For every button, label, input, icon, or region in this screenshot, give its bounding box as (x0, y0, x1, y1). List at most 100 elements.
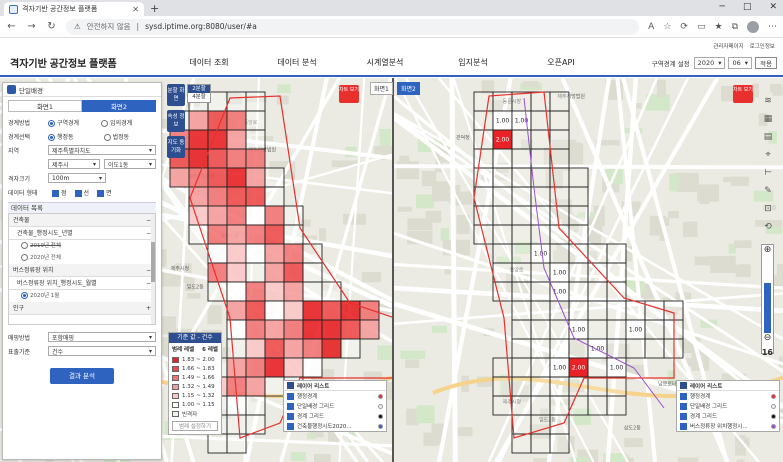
layer-list-title: 레이어 리스트 (297, 383, 330, 390)
zoom-in-icon[interactable]: ⊕ (762, 245, 773, 259)
grid-cell (587, 281, 608, 302)
checkbox-lines[interactable]: 선 (71, 188, 89, 197)
measure-icon[interactable]: ⊢ (764, 168, 772, 178)
display-basis-select[interactable]: 건수 ▾ (48, 346, 156, 356)
grid-cell (245, 319, 266, 340)
profile-avatar[interactable] (747, 20, 759, 33)
list-item[interactable]: 건축물_행정시도_년별 − (9, 227, 155, 240)
minimize-icon[interactable]: ─ (720, 2, 725, 12)
close-window-icon[interactable]: ✕ (769, 2, 777, 12)
chart-view-button-left[interactable]: 차트 보기 (339, 85, 359, 103)
zoom-slider[interactable] (764, 283, 771, 333)
list-scrollbar[interactable] (151, 214, 155, 324)
grid-cell (245, 224, 266, 245)
layer-item[interactable]: 건축물행정시도2020... (284, 421, 386, 431)
layer-item[interactable]: 단일배경 그리드 (677, 401, 779, 411)
radio-admin-dong[interactable]: 행정동 (48, 132, 74, 141)
maximize-icon[interactable]: □ (743, 2, 752, 12)
favorite-star-icon[interactable]: ☆ (663, 22, 671, 32)
layers-stack-icon[interactable]: ≋ (764, 96, 772, 106)
group-building[interactable]: 건축물 − (9, 214, 155, 227)
favorites-icon[interactable]: ★ (714, 22, 722, 32)
reload-icon[interactable]: ↻ (46, 21, 57, 32)
grid-cell (207, 167, 228, 188)
browser-tab[interactable]: 격자기반 공간정보 플랫폼 ✕ (4, 2, 144, 16)
menu-openapi[interactable]: 오픈API (517, 57, 605, 68)
address-bar: ← → ↻ ⚠ 안전하지 않음 | sysd.iptime.org:8080/u… (0, 16, 783, 38)
display-basis-label: 표출기준 (8, 348, 31, 356)
login-info-link[interactable]: 로그인정보 (750, 42, 775, 50)
split-screen-icon[interactable]: ▭ (697, 22, 706, 32)
zoom-out-icon[interactable]: ⊖ (762, 333, 773, 343)
radio-zone-boundary[interactable]: 구역경계 (48, 118, 79, 127)
map-sync-button[interactable]: 지도 동기화 (167, 136, 185, 158)
analyze-button[interactable]: 결과 분석 (50, 368, 114, 384)
menu-location[interactable]: 입지분석 (429, 57, 517, 68)
list-item[interactable]: 2020년 1월 (9, 290, 155, 302)
menu-timeseries[interactable]: 시계열분석 (341, 57, 429, 68)
radio-custom-boundary[interactable]: 임의경계 (101, 118, 132, 127)
month-select[interactable]: 06 ▾ (728, 56, 753, 69)
layer-item[interactable]: 행정경계 (677, 391, 779, 401)
list-item[interactable]: 2019년 전체 (9, 240, 155, 252)
more-menu-icon[interactable]: ⋯ (768, 22, 777, 32)
menu-data-view[interactable]: 데이터 조회 (165, 57, 253, 68)
attribute-info-button[interactable]: 속성 정보 (167, 110, 185, 132)
grid-cell (530, 319, 551, 340)
layer-item[interactable]: 행정경계 (284, 391, 386, 401)
legend-settings-button[interactable]: 범례 설정하기 (172, 421, 218, 431)
menu-data-analysis[interactable]: 데이터 분석 (253, 57, 341, 68)
grid-size-select[interactable]: 100m ▾ (48, 173, 106, 183)
dong-select[interactable]: 이도1동 ▾ (104, 159, 156, 169)
reset-icon[interactable]: ⟲ (764, 222, 772, 232)
list-item[interactable]: 버스정류장 위치_행정시도_월별 − (9, 277, 155, 290)
layer-item[interactable]: 경계 그리드 (677, 411, 779, 421)
grid-cell (264, 262, 285, 283)
legend-level-value[interactable]: 6 레벨 (202, 345, 218, 353)
mapping-method-select[interactable]: 포함매핑 ▾ (48, 332, 156, 342)
tab-screen2[interactable]: 화면2 (82, 100, 156, 112)
layer-item[interactable]: 경계 그리드 (284, 411, 386, 421)
new-tab-icon[interactable]: + (150, 2, 159, 15)
grid-cell (606, 395, 627, 416)
location-pin-icon[interactable]: ⌖ (765, 150, 770, 160)
back-icon[interactable]: ← (6, 21, 17, 32)
grid-cell (549, 395, 570, 416)
grid-icon[interactable]: ▦ (764, 114, 773, 124)
grid-cell (625, 338, 646, 359)
split-view-button[interactable]: 분할 화면 (167, 84, 185, 106)
group-bus-stop[interactable]: 버스정류장 위치 − (9, 264, 155, 277)
split-2-option[interactable]: 2분할 (188, 85, 210, 93)
capture-icon[interactable]: ⊡ (764, 204, 772, 214)
apply-button[interactable]: 적용 (755, 56, 777, 69)
checkbox-faces[interactable]: 면 (93, 188, 112, 197)
list-item[interactable]: 2020년 전체 (9, 252, 155, 264)
app-title[interactable]: 격자기반 공간정보 플랫폼 (0, 55, 165, 70)
legend-swatch (172, 365, 179, 372)
forward-icon[interactable]: → (26, 21, 37, 32)
chart-view-button-right[interactable]: 차트 보기 (733, 85, 753, 103)
screen1-label: 화면1 (370, 82, 393, 95)
tab-screen1[interactable]: 화면1 (8, 100, 82, 112)
url-field[interactable]: ⚠ 안전하지 않음 | sysd.iptime.org:8080/user/#a (66, 18, 640, 35)
read-aloud-icon[interactable]: A (648, 22, 654, 32)
group-population[interactable]: 인구 + (9, 302, 155, 315)
collections-icon[interactable]: ⧉ (732, 22, 738, 32)
legend-item: 1.00 ~ 1.15 (169, 400, 221, 409)
city-select[interactable]: 제주시 ▾ (48, 159, 100, 169)
grid-cell (226, 243, 247, 264)
checkbox-points[interactable]: 점 (48, 188, 67, 197)
map-icon[interactable]: ▤ (764, 132, 773, 142)
layer-item[interactable]: 버스정류장 위치행정시... (677, 421, 779, 431)
admin-link[interactable]: 관리자페이지 (713, 42, 743, 50)
layer-item[interactable]: 단일배경 그리드 (284, 401, 386, 411)
grid-cell (530, 395, 551, 416)
radio-legal-dong[interactable]: 법정동 (103, 132, 129, 141)
close-tab-icon[interactable]: ✕ (132, 5, 139, 14)
year-select[interactable]: 2020 ▾ (693, 56, 726, 69)
province-select[interactable]: 제주특별자치도 ▾ (48, 145, 156, 155)
grid-cell (606, 338, 627, 359)
edit-icon[interactable]: ✎ (764, 186, 772, 196)
refresh-icon[interactable]: ⟳ (680, 22, 688, 32)
split-4-option[interactable]: 4분할 (188, 93, 210, 102)
